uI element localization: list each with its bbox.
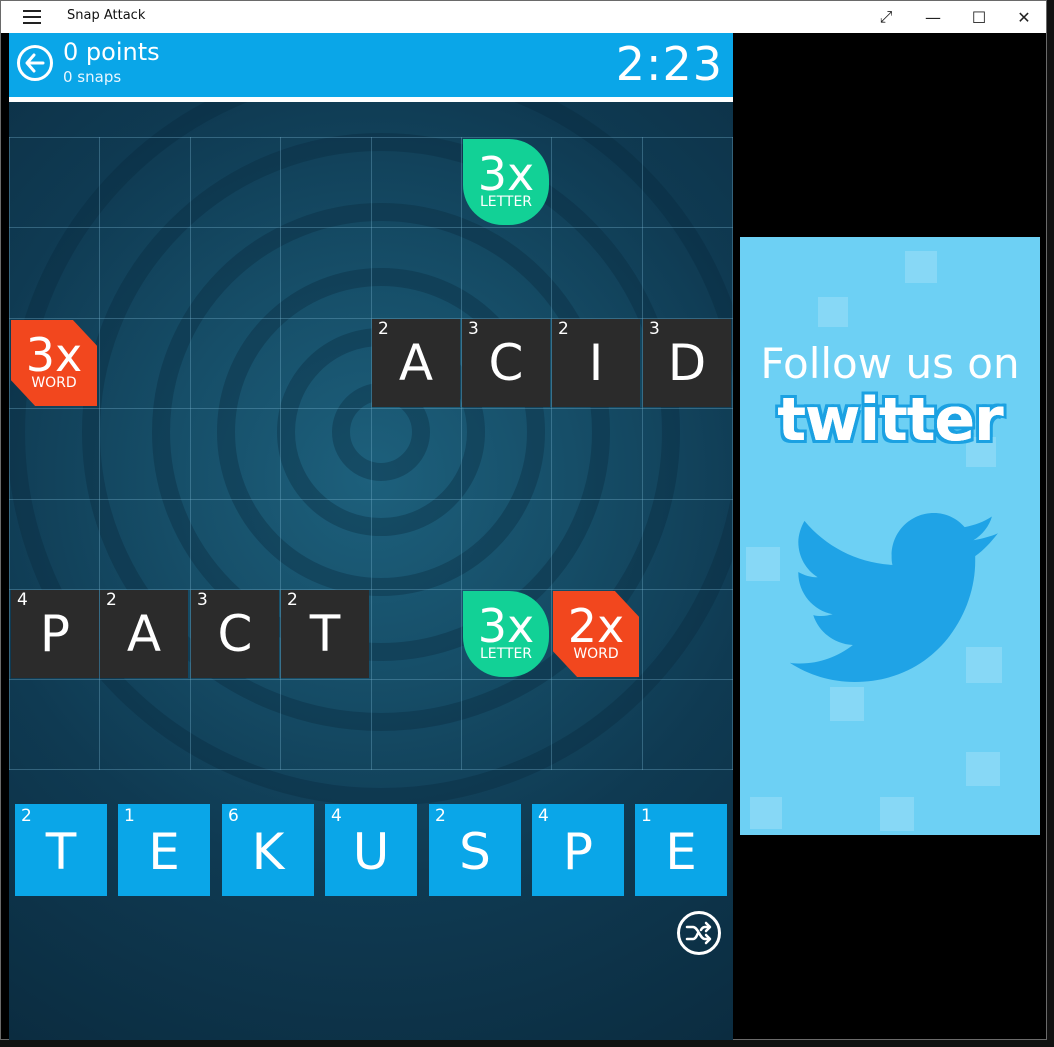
board-tile[interactable]: 3 C: [191, 590, 279, 678]
tile-letter: U: [352, 823, 390, 881]
app-title: Snap Attack: [67, 8, 146, 23]
tile-letter: S: [459, 823, 491, 881]
hamburger-icon[interactable]: [23, 10, 41, 24]
tile-letter: P: [39, 605, 71, 663]
board-tile[interactable]: 2 T: [281, 590, 369, 678]
letter-rack: 2 T 1 E 6 K 4 U 2 S 4 P 1 E: [9, 802, 733, 896]
tile-letter: E: [665, 823, 697, 881]
shuffle-button[interactable]: [677, 911, 721, 955]
board-tile[interactable]: 4 P: [11, 590, 99, 678]
rack-tile[interactable]: 1 E: [118, 804, 210, 896]
bonus-square-triple-letter: 3x LETTER: [463, 139, 549, 225]
board-area: 3x LETTER 3x WORD 2 A 3 C 2 I 3 D 4 P 2 …: [9, 102, 733, 1040]
rack-tile[interactable]: 2 S: [429, 804, 521, 896]
tile-letter: E: [148, 823, 180, 881]
fullscreen-button[interactable]: ⤢: [863, 1, 909, 33]
twitter-bird-icon: [790, 513, 999, 682]
game-header: 0 points 0 snaps 2:23: [9, 33, 733, 97]
maximize-button[interactable]: ☐: [956, 1, 1002, 33]
bonus-square-triple-word: 3x WORD: [11, 320, 97, 406]
tile-letter: D: [667, 334, 707, 392]
snaps-label: 0 snaps: [63, 68, 122, 86]
ad-follow-text: Follow us on: [760, 339, 1020, 388]
tile-letter: C: [217, 605, 253, 663]
bonus-kind: LETTER: [479, 194, 533, 210]
tile-letter: P: [562, 823, 594, 881]
bonus-kind: WORD: [573, 646, 619, 662]
close-button[interactable]: ✕: [1001, 1, 1047, 33]
bonus-multiplier: 3x: [477, 147, 535, 201]
tile-letter: T: [45, 823, 77, 881]
board-tile[interactable]: 2 A: [100, 590, 188, 678]
back-button[interactable]: [17, 45, 53, 81]
points-label: 0 points: [63, 38, 160, 66]
board-tile[interactable]: 3 C: [462, 319, 550, 407]
tile-letter: K: [251, 823, 285, 881]
ad-twitter-logo-text: twitter: [777, 385, 1003, 455]
minimize-button[interactable]: —: [910, 1, 956, 33]
bonus-kind: LETTER: [479, 646, 533, 662]
tile-letter: A: [126, 605, 162, 663]
board-tile[interactable]: 2 A: [372, 319, 460, 407]
rack-tile[interactable]: 4 P: [532, 804, 624, 896]
board-tile[interactable]: 3 D: [643, 319, 731, 407]
bonus-square-double-word: 2x WORD: [553, 591, 639, 677]
tile-letter: A: [398, 334, 434, 392]
shuffle-icon: [685, 921, 712, 945]
bonus-kind: WORD: [31, 375, 77, 391]
rack-tile[interactable]: 2 T: [15, 804, 107, 896]
tile-letter: C: [488, 334, 524, 392]
tile-letter: I: [588, 334, 604, 392]
countdown-timer: 2:23: [615, 37, 723, 91]
back-arrow-icon: [25, 53, 45, 73]
bonus-multiplier: 3x: [477, 599, 535, 653]
bonus-multiplier: 2x: [567, 599, 625, 653]
board-grid[interactable]: 3x LETTER 3x WORD 2 A 3 C 2 I 3 D 4 P 2 …: [9, 137, 733, 770]
bonus-multiplier: 3x: [25, 328, 83, 382]
rack-tile[interactable]: 6 K: [222, 804, 314, 896]
rack-tile[interactable]: 1 E: [635, 804, 727, 896]
rack-tile[interactable]: 4 U: [325, 804, 417, 896]
board-tile[interactable]: 2 I: [552, 319, 640, 407]
bonus-square-triple-letter: 3x LETTER: [463, 591, 549, 677]
tile-letter: T: [309, 605, 341, 663]
app-window: Snap Attack ⤢ — ☐ ✕ 0 points 0 snaps 2:2…: [0, 0, 1047, 1040]
title-bar: Snap Attack ⤢ — ☐ ✕: [1, 1, 1046, 33]
twitter-ad-banner[interactable]: Follow us on twitter: [740, 237, 1040, 835]
